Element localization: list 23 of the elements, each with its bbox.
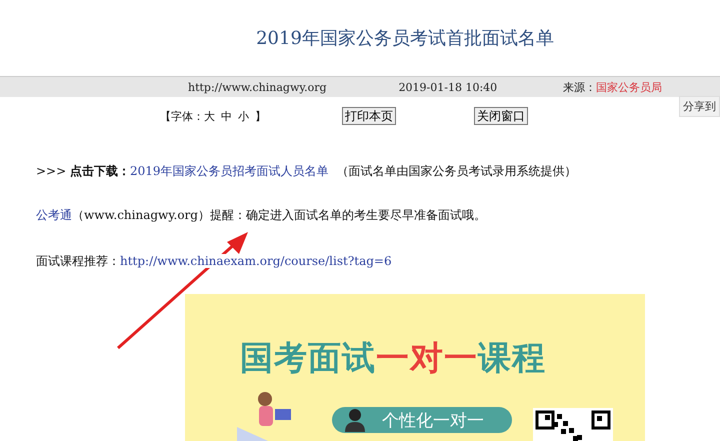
- font-size-option[interactable]: 小: [238, 108, 249, 124]
- font-size-label: 【字体：: [160, 108, 204, 124]
- site-link[interactable]: 公考通: [36, 208, 72, 222]
- source-name: 国家公务员局: [596, 80, 662, 94]
- share-button[interactable]: 分享到: [679, 96, 720, 117]
- person-icon: [345, 408, 365, 432]
- reminder-text: （www.chinagwy.org）提醒：确定进入面试名单的考生要尽早准备面试哦。: [72, 208, 486, 222]
- close-window-button[interactable]: 关闭窗口: [474, 107, 528, 125]
- course-link[interactable]: http://www.chinaexam.org/course/list?tag=6: [120, 254, 392, 268]
- download-note: （面试名单由国家公务员考试录用系统提供）: [336, 164, 577, 178]
- banner-heading: 国考面试一对一课程: [240, 337, 546, 379]
- print-button[interactable]: 打印本页: [342, 107, 396, 125]
- font-size-bracket: 】: [255, 108, 266, 124]
- font-size-option[interactable]: 中: [221, 108, 232, 124]
- download-link[interactable]: 2019年国家公务员招考面试人员名单: [130, 164, 329, 178]
- feature-pill: 个性化一对一: [332, 407, 512, 433]
- site-url: http://www.chinagwy.org: [188, 80, 327, 94]
- font-size-option[interactable]: 大: [204, 108, 215, 124]
- source-label: 来源：: [563, 80, 596, 94]
- course-label: 面试课程推荐：: [36, 254, 120, 268]
- download-prompt: >>> 点击下载：: [36, 164, 130, 178]
- page-title: 2019年国家公务员考试首批面试名单: [255, 27, 555, 51]
- publish-datetime: 2019-01-18 10:40: [398, 80, 498, 94]
